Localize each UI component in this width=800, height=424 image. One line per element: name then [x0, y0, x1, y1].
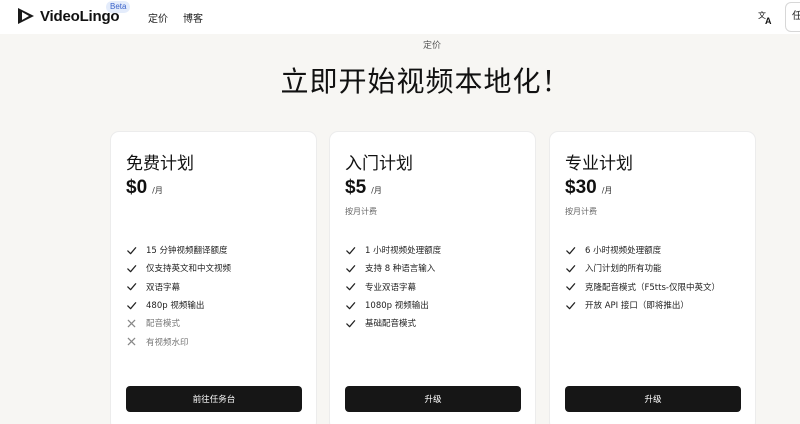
feature-item: 克隆配音模式（F5tts-仅限中英文） — [565, 278, 720, 296]
feature-item: 有视频水印 — [126, 332, 231, 350]
billing-note: 按月计费 — [345, 207, 377, 216]
plan-card-starter: 入门计划 $5 /月 按月计费 1 小时视频处理额度 支持 8 种语言输入 专业双语… — [329, 131, 536, 424]
price-period: /月 — [601, 186, 613, 195]
price-period: /月 — [371, 186, 382, 195]
feature-item: 基础配音模式 — [345, 314, 441, 332]
feature-text: 480p 视频输出 — [146, 301, 205, 312]
nav-blog-link[interactable]: 博客 — [183, 10, 203, 25]
feature-text: 专业双语字幕 — [365, 282, 417, 293]
feature-text: 1080p 视频输出 — [365, 301, 429, 312]
feature-item: 配音模式 — [126, 314, 231, 332]
plan-name: 入门计划 — [345, 154, 413, 174]
price-row: $30 /月 — [565, 177, 612, 199]
feature-item: 1080p 视频输出 — [345, 296, 441, 314]
check-icon — [346, 265, 356, 273]
upgrade-pro-button[interactable]: 升级 — [565, 386, 741, 412]
upgrade-starter-button[interactable]: 升级 — [345, 386, 521, 412]
feature-item: 1 小时视频处理额度 — [345, 241, 441, 259]
check-icon — [566, 283, 576, 291]
feature-item: 双语字幕 — [126, 278, 231, 296]
plan-price: $0 — [126, 177, 148, 198]
feature-item: 入门计划的所有功能 — [565, 259, 720, 277]
videolingo-logo-icon[interactable] — [17, 7, 35, 25]
go-to-dashboard-button[interactable]: 前往任务台 — [126, 386, 302, 412]
feature-text: 配音模式 — [146, 319, 181, 330]
x-icon — [127, 319, 136, 328]
feature-text: 克隆配音模式（F5tts-仅限中英文） — [585, 282, 720, 293]
nav-pricing-link[interactable]: 定价 — [148, 10, 168, 25]
check-icon — [127, 246, 137, 254]
price-row: $5 /月 — [345, 177, 382, 199]
feature-text: 基础配音模式 — [365, 319, 417, 330]
billing-note: 按月计费 — [565, 207, 597, 216]
translate-icon[interactable]: 文 A — [758, 9, 774, 25]
check-icon — [566, 301, 576, 309]
price-period: /月 — [152, 186, 163, 195]
feature-text: 入门计划的所有功能 — [585, 264, 662, 275]
feature-list: 15 分钟视频翻译额度 仅支持英文和中文视频 双语字幕 480p 视频输出 配音模式有视… — [126, 241, 231, 351]
feature-item: 15 分钟视频翻译额度 — [126, 241, 231, 259]
check-icon — [346, 301, 356, 309]
check-icon — [127, 265, 137, 273]
beta-badge: Beta — [106, 1, 131, 13]
feature-text: 支持 8 种语言输入 — [365, 264, 436, 275]
feature-item: 支持 8 种语言输入 — [345, 259, 441, 277]
section-eyebrow: 定价 — [422, 41, 441, 51]
plan-card-free: 免费计划 $0 /月 15 分钟视频翻译额度 仅支持英文和中文视频 双语字幕 480p… — [110, 131, 317, 424]
feature-text: 双语字幕 — [146, 282, 181, 293]
feature-text: 15 分钟视频翻译额度 — [146, 246, 228, 257]
feature-text: 1 小时视频处理额度 — [365, 246, 442, 257]
check-icon — [127, 301, 137, 309]
plan-card-pro: 专业计划 $30 /月 按月计费 6 小时视频处理额度 入门计划的所有功能克隆配音… — [549, 131, 756, 424]
check-icon — [566, 265, 576, 273]
feature-text: 有视频水印 — [146, 337, 189, 348]
check-icon — [127, 283, 137, 291]
feature-list: 6 小时视频处理额度 入门计划的所有功能克隆配音模式（F5tts-仅限中英文） 开放… — [565, 241, 720, 314]
feature-item: 480p 视频输出 — [126, 296, 231, 314]
feature-item: 6 小时视频处理额度 — [565, 241, 720, 259]
feature-text: 开放 API 接口（即将推出） — [585, 301, 689, 312]
svg-text:A: A — [765, 16, 772, 25]
page-title: 立即开始视频本地化！ — [280, 65, 571, 98]
plan-name: 专业计划 — [565, 154, 633, 174]
check-icon — [346, 246, 356, 254]
feature-item: 仅支持英文和中文视频 — [126, 259, 231, 277]
check-icon — [346, 283, 356, 291]
language-select-button[interactable]: 任 — [785, 2, 800, 32]
check-icon — [346, 319, 356, 328]
plan-price: $5 — [345, 177, 367, 198]
feature-item: 专业双语字幕 — [345, 278, 441, 296]
x-icon — [127, 337, 136, 346]
check-icon — [566, 246, 576, 254]
price-row: $0 /月 — [126, 177, 163, 199]
feature-list: 1 小时视频处理额度 支持 8 种语言输入 专业双语字幕 1080p 视频输出 基础配音… — [345, 241, 441, 332]
plan-name: 免费计划 — [126, 154, 194, 174]
feature-text: 仅支持英文和中文视频 — [146, 264, 232, 275]
feature-item: 开放 API 接口（即将推出） — [565, 296, 720, 314]
plan-price: $30 — [565, 177, 597, 198]
top-header: VideoLingo Beta 定价 博客 文 A 任 — [0, 0, 800, 34]
feature-text: 6 小时视频处理额度 — [585, 246, 662, 257]
